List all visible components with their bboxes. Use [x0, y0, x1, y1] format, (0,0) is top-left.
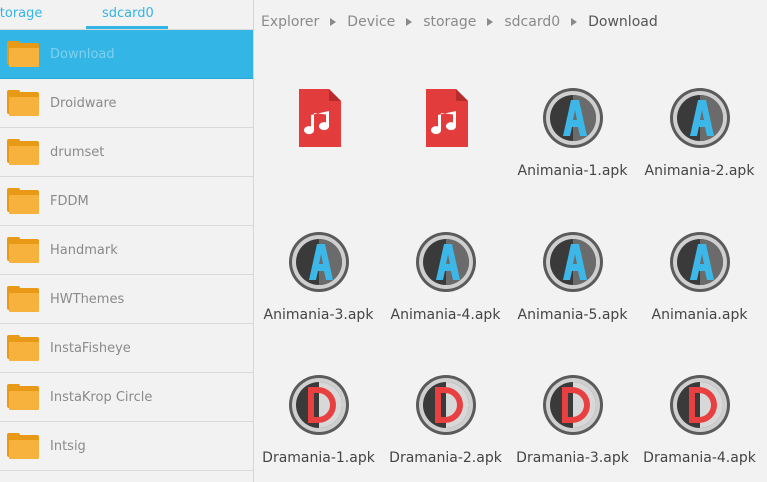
folder-icon: [7, 41, 39, 67]
file-item[interactable]: [382, 86, 509, 163]
folder-icon: [7, 188, 39, 214]
folder-item-instakrop-circle[interactable]: InstaKrop Circle: [0, 373, 253, 422]
file-explorer-app: storage sdcard0 Download Droidware drums…: [0, 0, 767, 482]
file-name: Animania-1.apk: [517, 163, 628, 179]
folder-label: InstaKrop Circle: [50, 389, 153, 405]
storage-tabs: storage sdcard0: [0, 0, 253, 30]
folder-label: Download: [50, 46, 115, 62]
folder-label: Droidware: [50, 95, 117, 111]
folder-icon: [7, 433, 39, 459]
folder-icon: [7, 139, 39, 165]
file-item[interactable]: Animania-2.apk: [636, 86, 763, 179]
file-name: Dramania-1.apk: [262, 450, 375, 466]
dramania-app-icon: [288, 375, 349, 435]
animania-app-icon: [415, 232, 476, 292]
file-item[interactable]: [255, 86, 382, 163]
folder-item-intsig[interactable]: Intsig: [0, 422, 253, 471]
folder-item-instafisheye[interactable]: InstaFisheye: [0, 324, 253, 373]
file-name: Animania-5.apk: [517, 307, 628, 323]
tab-indicator: [86, 26, 168, 29]
folder-label: FDDM: [50, 193, 89, 209]
folder-label: InstaFisheye: [50, 340, 131, 356]
file-item[interactable]: Animania-4.apk: [382, 230, 509, 323]
animania-app-icon: [669, 232, 730, 292]
music-file-icon: [425, 89, 468, 147]
dramania-app-icon: [415, 375, 476, 435]
file-item[interactable]: Dramania-2.apk: [382, 373, 509, 466]
file-name: Dramania-2.apk: [389, 450, 502, 466]
file-name: Animania-3.apk: [263, 307, 374, 323]
breadcrumb-download[interactable]: Download: [588, 14, 658, 30]
breadcrumb-storage[interactable]: storage: [423, 14, 476, 30]
animania-app-icon: [542, 88, 603, 148]
file-item[interactable]: Dramania-3.apk: [509, 373, 636, 466]
animania-app-icon: [542, 232, 603, 292]
breadcrumb: Explorer Device storage sdcard0 Download: [261, 14, 658, 30]
file-item[interactable]: Animania-1.apk: [509, 86, 636, 179]
tab-sdcard0[interactable]: sdcard0: [102, 6, 154, 21]
animania-app-icon: [669, 88, 730, 148]
folder-label: Handmark: [50, 242, 118, 258]
dramania-app-icon: [669, 375, 730, 435]
file-name: Animania.apk: [651, 307, 748, 323]
breadcrumb-explorer[interactable]: Explorer: [261, 14, 319, 30]
chevron-right-icon: [406, 18, 413, 26]
animania-app-icon: [288, 232, 349, 292]
file-name: Dramania-4.apk: [643, 450, 756, 466]
file-name: Animania-4.apk: [390, 307, 501, 323]
file-name: Animania-2.apk: [644, 163, 755, 179]
breadcrumb-sdcard0[interactable]: sdcard0: [504, 14, 560, 30]
chevron-right-icon: [330, 18, 337, 26]
folder-item-download[interactable]: Download: [0, 30, 253, 79]
folder-pane: storage sdcard0 Download Droidware drums…: [0, 0, 254, 482]
file-item[interactable]: Animania-5.apk: [509, 230, 636, 323]
folder-label: Intsig: [50, 438, 86, 454]
file-item[interactable]: Animania-3.apk: [255, 230, 382, 323]
file-name: Dramania-3.apk: [516, 450, 629, 466]
folder-icon: [7, 384, 39, 410]
file-item[interactable]: Dramania-1.apk: [255, 373, 382, 466]
tab-storage[interactable]: storage: [0, 6, 42, 21]
folder-item-drumset[interactable]: drumset: [0, 128, 253, 177]
folder-item-droidware[interactable]: Droidware: [0, 79, 253, 128]
file-item[interactable]: Animania.apk: [636, 230, 763, 323]
folder-icon: [7, 286, 39, 312]
folder-label: drumset: [50, 144, 105, 160]
folder-icon: [7, 335, 39, 361]
music-file-icon: [298, 89, 341, 147]
folder-item-handmark[interactable]: Handmark: [0, 226, 253, 275]
file-item[interactable]: Dramania-4.apk: [636, 373, 763, 466]
folder-list: Download Droidware drumset FDDM Handmark…: [0, 30, 253, 471]
folder-item-fddm[interactable]: FDDM: [0, 177, 253, 226]
folder-label: HWThemes: [50, 291, 125, 307]
chevron-right-icon: [487, 18, 494, 26]
dramania-app-icon: [542, 375, 603, 435]
folder-icon: [7, 90, 39, 116]
chevron-right-icon: [571, 18, 578, 26]
folder-icon: [7, 237, 39, 263]
file-pane: Explorer Device storage sdcard0 Download…: [255, 0, 767, 482]
folder-item-hwthemes[interactable]: HWThemes: [0, 275, 253, 324]
breadcrumb-device[interactable]: Device: [347, 14, 395, 30]
